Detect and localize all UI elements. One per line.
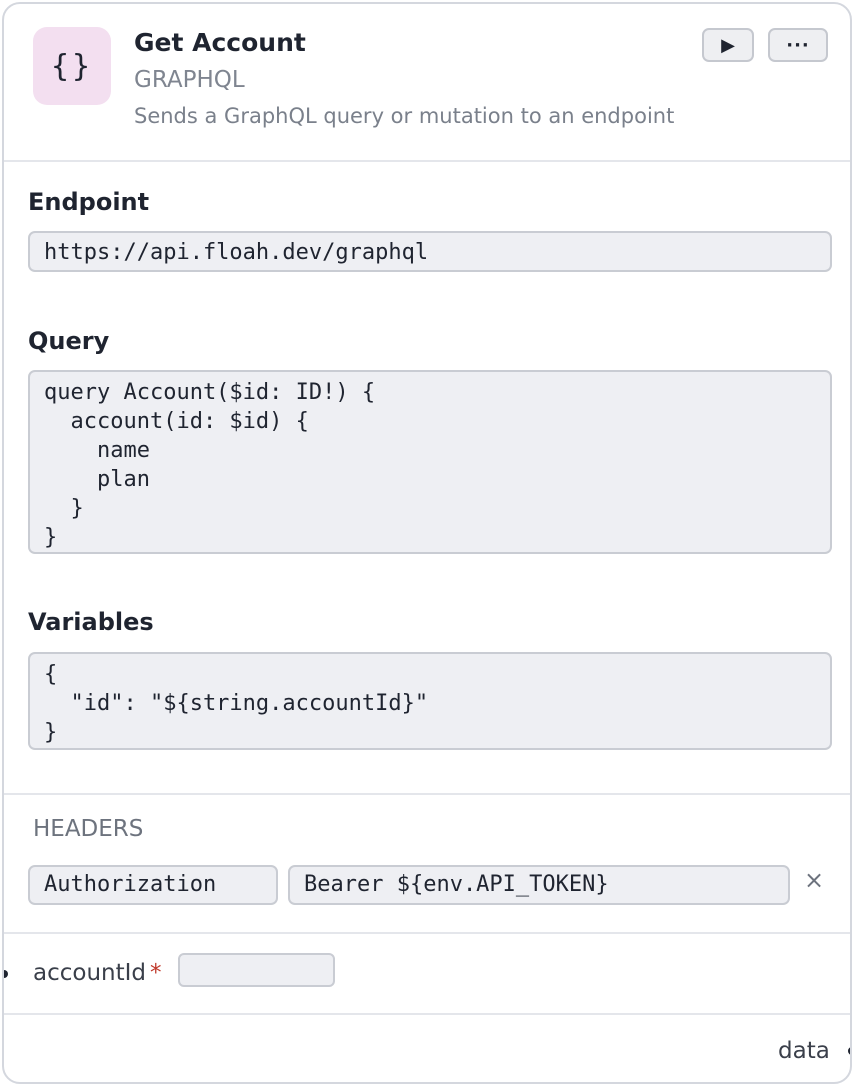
more-options-button[interactable]: ··· <box>768 28 828 62</box>
close-icon[interactable]: × <box>804 866 824 894</box>
divider <box>4 932 850 934</box>
endpoint-label: Endpoint <box>28 188 150 216</box>
divider <box>4 793 850 795</box>
query-label: Query <box>28 327 110 355</box>
ellipsis-icon: ··· <box>786 34 810 56</box>
divider <box>4 1013 850 1015</box>
header-key-input[interactable]: Authorization <box>28 865 278 905</box>
query-editor[interactable]: query Account($id: ID!) { account(id: $i… <box>28 370 832 554</box>
endpoint-input[interactable]: https://api.floah.dev/graphql <box>28 231 832 272</box>
node-description: Sends a GraphQL query or mutation to an … <box>134 104 675 128</box>
input-label-accountid: accountId * <box>33 960 162 986</box>
input-name: accountId <box>33 960 147 986</box>
node-type: GRAPHQL <box>134 67 245 93</box>
required-marker: * <box>150 960 162 986</box>
node-title: Get Account <box>134 28 306 57</box>
variables-label: Variables <box>28 608 154 636</box>
play-icon: ▶ <box>721 34 735 56</box>
braces-icon: {} <box>33 27 111 105</box>
input-port-handle[interactable] <box>4 970 8 978</box>
node-card[interactable]: {} Get Account GRAPHQL Sends a GraphQL q… <box>2 2 852 1084</box>
output-label-data: data <box>778 1038 830 1064</box>
node-header: {} Get Account GRAPHQL Sends a GraphQL q… <box>4 4 850 162</box>
output-port-handle[interactable] <box>848 1047 850 1055</box>
headers-section-title: HEADERS <box>33 816 144 842</box>
run-button[interactable]: ▶ <box>702 28 754 62</box>
variables-editor[interactable]: { "id": "${string.accountId}" } <box>28 652 832 750</box>
accountid-input[interactable] <box>178 953 335 987</box>
header-value-input[interactable]: Bearer ${env.API_TOKEN} <box>288 865 790 905</box>
